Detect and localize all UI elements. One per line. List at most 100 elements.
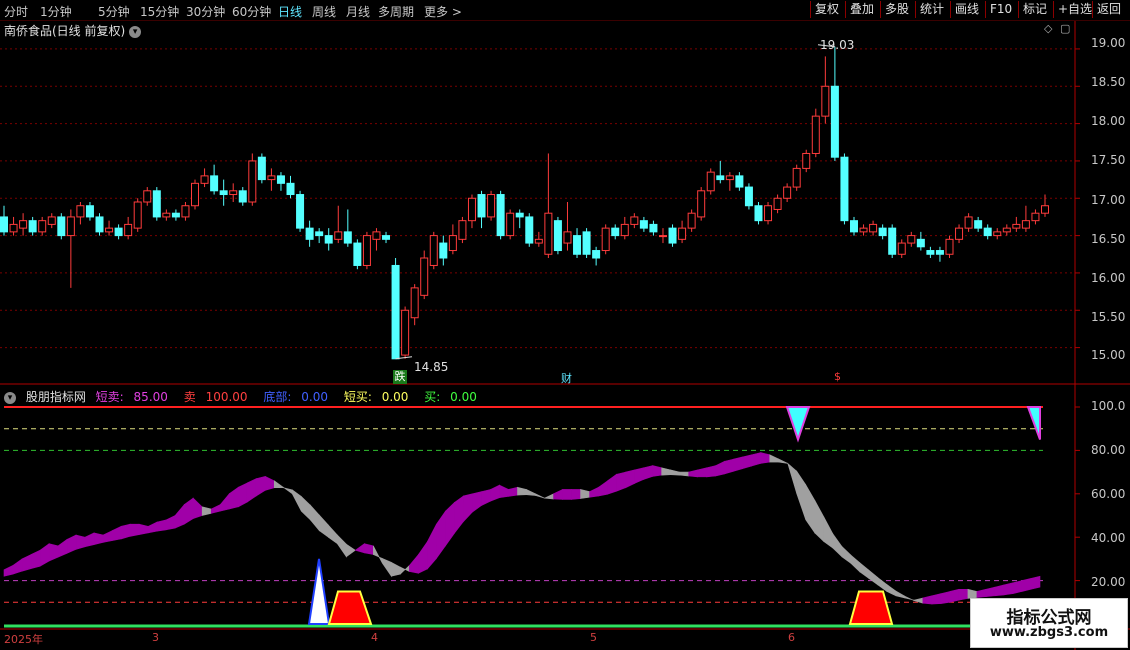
- candle-body: [544, 212, 553, 255]
- candle-body: [1021, 220, 1030, 229]
- candle-body: [85, 205, 94, 218]
- tab-more[interactable]: 更多 >: [424, 3, 462, 20]
- indicator-tick: 40.00: [1091, 531, 1126, 545]
- candle-body: [678, 227, 687, 240]
- tab-fenshi[interactable]: 分时: [4, 3, 28, 20]
- tab-1min[interactable]: 1分钟: [40, 3, 72, 20]
- candle-body: [974, 220, 983, 229]
- ribbon-up-segment: [958, 588, 969, 601]
- candle-body: [334, 231, 343, 240]
- ribbon-down-segment: [670, 469, 680, 476]
- stock-title: 南侨食品(日线 前复权) ▾: [4, 22, 142, 39]
- ribbon-up-segment: [264, 475, 275, 491]
- dividend-marker[interactable]: $: [834, 370, 841, 383]
- candle-body: [362, 235, 371, 266]
- window-icon[interactable]: ▢: [1060, 22, 1070, 35]
- tab-daily[interactable]: 日线: [278, 3, 302, 20]
- watermark-url: www.zbgs3.com: [989, 625, 1109, 640]
- candle-body: [716, 175, 725, 181]
- legend-label: 短卖:: [95, 390, 124, 404]
- ribbon-up-segment: [553, 488, 563, 500]
- finance-marker[interactable]: 财: [561, 370, 572, 386]
- ribbon-down-segment: [769, 454, 780, 463]
- date-tick: 5: [590, 631, 597, 644]
- candle-body: [343, 231, 352, 244]
- price-tick: 18.50: [1091, 75, 1126, 89]
- tab-multi-period[interactable]: 多周期: [378, 3, 414, 20]
- bottom-signal: [307, 558, 331, 625]
- chart-canvas[interactable]: [0, 0, 1130, 650]
- ribbon-down-segment: [895, 590, 906, 599]
- tab-weekly[interactable]: 周线: [312, 3, 336, 20]
- ribbon-up-segment: [210, 504, 221, 514]
- f10-button[interactable]: F10: [985, 1, 1016, 18]
- grid-layer: [0, 20, 1130, 650]
- short-sell-signal: [785, 406, 811, 443]
- ribbon-up-segment: [1021, 578, 1032, 592]
- back-button[interactable]: 返回: [1092, 1, 1125, 18]
- tab-15min[interactable]: 15分钟: [140, 3, 179, 20]
- ribbon-down-segment: [580, 489, 590, 499]
- ribbon-down-segment: [868, 569, 879, 586]
- candle-body: [1031, 212, 1040, 222]
- ribbon-down-segment: [391, 561, 401, 577]
- ribbon-down-segment: [319, 514, 329, 538]
- statistics-button[interactable]: 统计: [915, 1, 948, 18]
- legend-sell: 卖 100.00: [184, 390, 254, 404]
- candle-body: [95, 216, 104, 233]
- ribbon-up-segment: [21, 554, 32, 572]
- restore-rights-button[interactable]: 复权: [810, 1, 843, 18]
- candle-body: [19, 220, 28, 229]
- draw-line-button[interactable]: 画线: [950, 1, 983, 18]
- ribbon-down-segment: [679, 471, 689, 477]
- ribbon-up-segment: [156, 519, 167, 532]
- add-watchlist-button[interactable]: +自选: [1053, 1, 1096, 18]
- ribbon-up-segment: [940, 591, 951, 604]
- ribbon-down-segment: [400, 564, 410, 575]
- tab-5min[interactable]: 5分钟: [98, 3, 130, 20]
- indicator-name: 股朋指标网: [25, 390, 86, 404]
- candle-body: [458, 220, 467, 240]
- candle-body: [821, 85, 830, 117]
- chevron-down-icon[interactable]: ▾: [129, 25, 142, 38]
- tab-monthly[interactable]: 月线: [346, 3, 370, 20]
- ribbon-up-segment: [436, 510, 446, 560]
- candle-body: [200, 175, 209, 184]
- candle-body: [582, 231, 591, 255]
- candle-body: [964, 216, 973, 229]
- diamond-icon[interactable]: ◇: [1044, 22, 1052, 35]
- ribbon-up-segment: [219, 492, 230, 512]
- overlay-button[interactable]: 叠加: [845, 1, 878, 18]
- ribbon-up-segment: [922, 595, 933, 605]
- limit-down-marker[interactable]: 跌: [393, 370, 407, 384]
- chevron-down-icon[interactable]: ▾: [4, 391, 16, 404]
- tab-30min[interactable]: 30分钟: [186, 3, 225, 20]
- date-tick: 2025年: [4, 633, 43, 646]
- candle-body: [706, 171, 715, 192]
- ribbon-up-segment: [625, 469, 635, 489]
- multi-stock-button[interactable]: 多股: [880, 1, 913, 18]
- candle-body: [916, 238, 925, 248]
- ribbon-up-segment: [129, 523, 140, 537]
- ribbon-down-segment: [877, 576, 888, 593]
- mark-button[interactable]: 标记: [1018, 1, 1051, 18]
- ribbon-down-segment: [904, 595, 915, 602]
- candle-body: [783, 186, 792, 199]
- legend-bottom: 底部: 0.00: [263, 390, 334, 404]
- candle-body: [649, 223, 658, 233]
- candle-body: [9, 223, 18, 233]
- candle-body: [210, 175, 219, 192]
- ribbon-down-segment: [346, 543, 356, 558]
- low-price-label: 14.85: [414, 360, 449, 374]
- candle-body: [764, 205, 773, 222]
- indicator-tick: 60.00: [1091, 487, 1126, 501]
- ribbon-up-segment: [255, 476, 266, 497]
- candle-body: [296, 194, 305, 229]
- tab-60min[interactable]: 60分钟: [232, 3, 271, 20]
- buy-signal: [327, 590, 373, 625]
- ribbon-up-segment: [1003, 582, 1014, 596]
- candle-body: [257, 156, 266, 181]
- ribbon-up-segment: [634, 467, 644, 484]
- ribbon-up-segment: [93, 532, 104, 545]
- ribbon-up-segment: [760, 452, 771, 464]
